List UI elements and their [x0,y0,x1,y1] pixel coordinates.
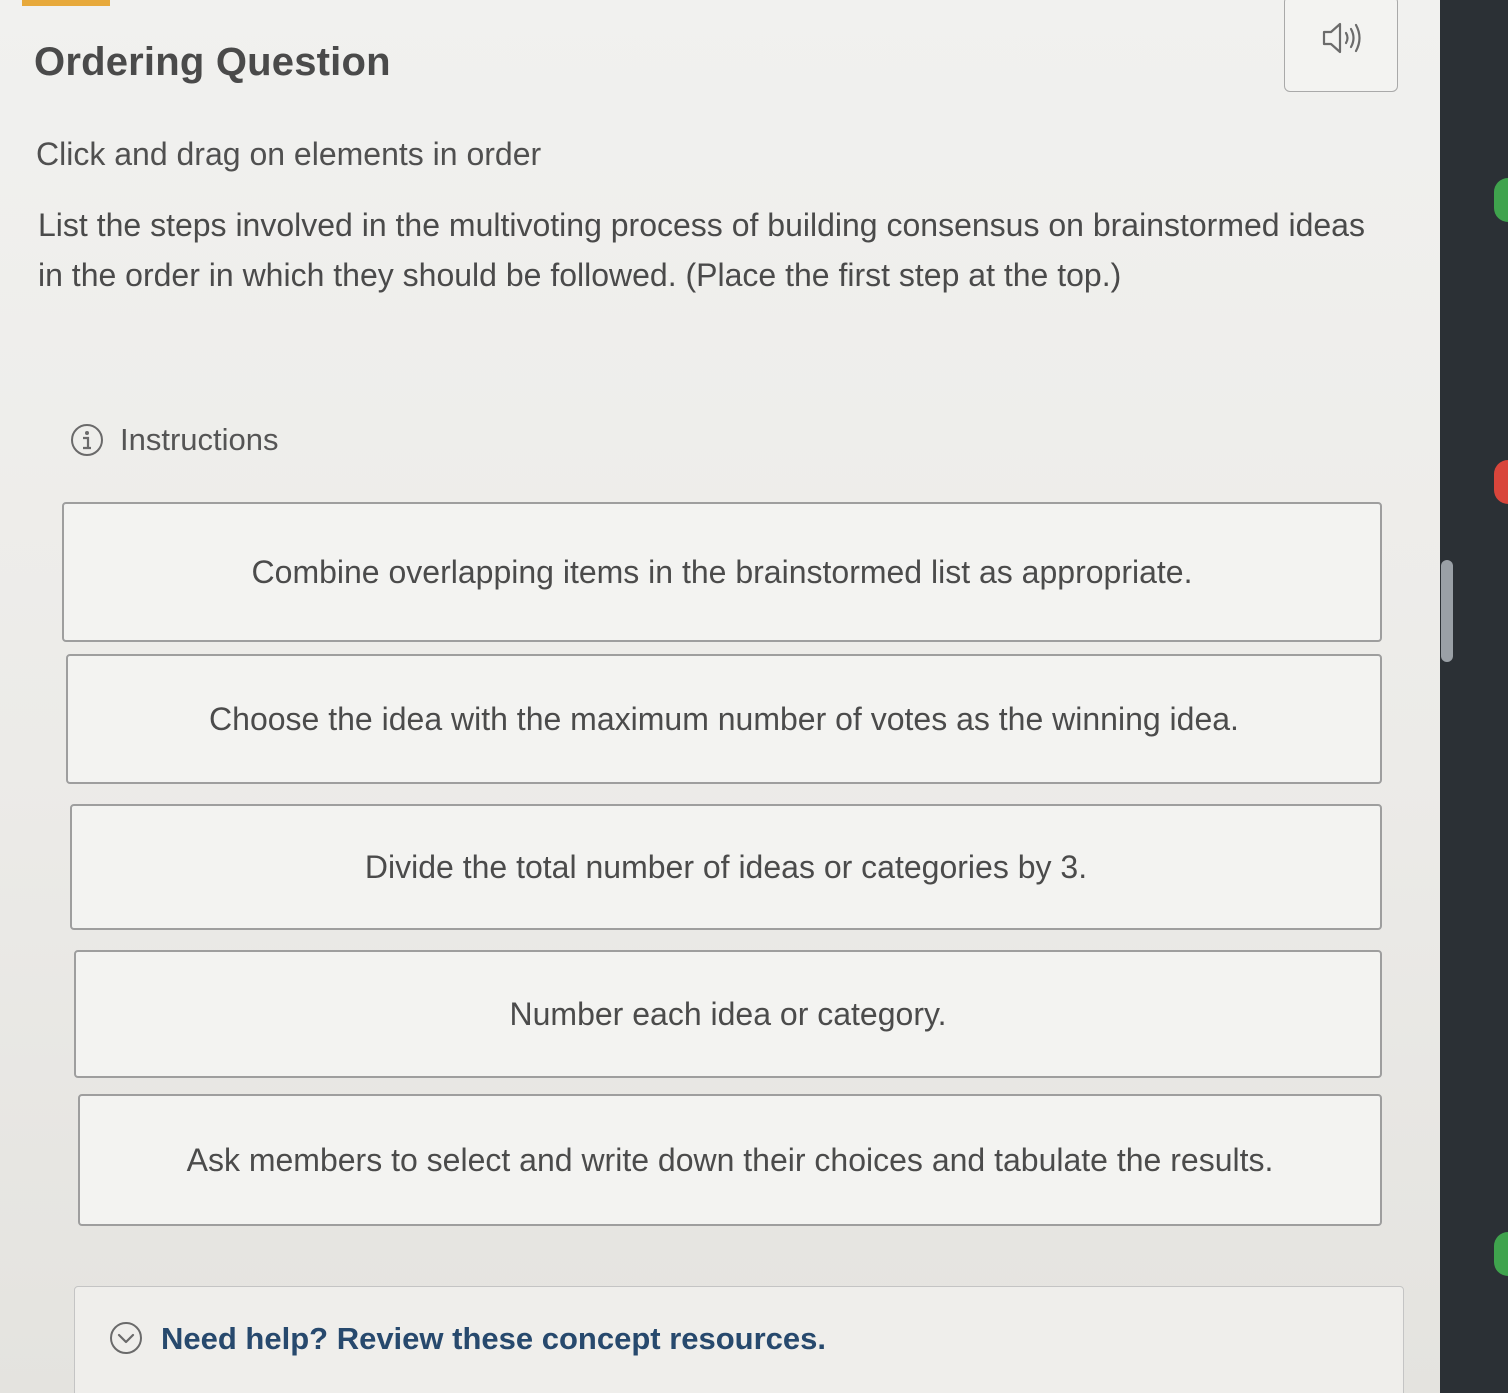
speaker-icon [1322,22,1361,54]
top-accent-bar [22,0,110,6]
edge-indicator-green [1494,178,1508,222]
info-icon [71,424,103,456]
question-panel: Ordering Question Click and drag on elem… [0,0,1440,1393]
instruction-subtitle: Click and drag on elements in order [36,136,542,172]
page-title: Ordering Question [34,40,391,84]
ordering-item[interactable]: Divide the total number of ideas or cate… [70,804,1382,930]
ordering-item[interactable]: Combine overlapping items in the brainst… [62,502,1382,642]
ordering-item[interactable]: Choose the idea with the maximum number … [66,654,1382,784]
concept-resources-link: Need help? Review these concept resource… [161,1321,827,1356]
question-prompt: List the steps involved in the multivoti… [38,207,1365,293]
concept-resources-toggle[interactable]: Need help? Review these concept resource… [74,1286,1404,1393]
instructions-label: Instructions [120,422,279,457]
ordering-item[interactable]: Ask members to select and write down the… [78,1094,1382,1226]
edge-indicator-red [1494,460,1508,504]
instructions-toggle[interactable]: Instructions [70,422,279,458]
ordering-item[interactable]: Number each idea or category. [74,950,1382,1078]
scrollbar-thumb[interactable] [1441,560,1453,662]
read-aloud-button[interactable] [1284,0,1398,92]
chevron-down-circle-icon [110,1322,142,1354]
edge-indicator-green-2 [1494,1232,1508,1276]
